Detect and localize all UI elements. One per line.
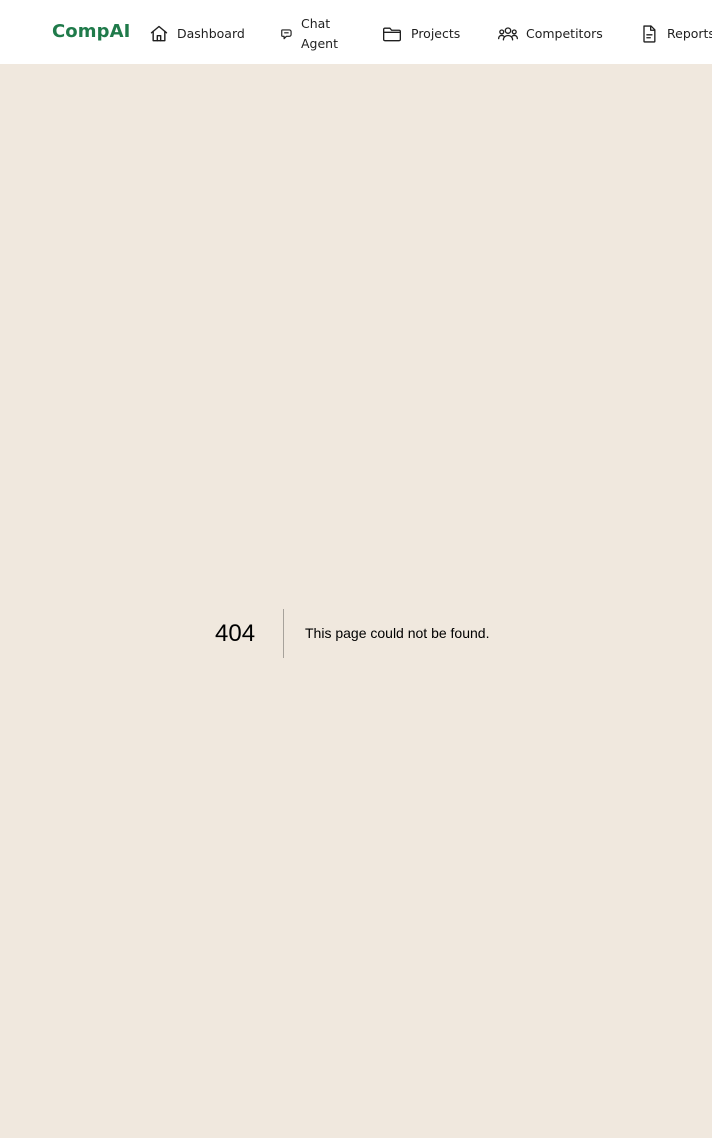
nav-item-reports[interactable]: Reports: [639, 24, 712, 44]
nav-item-label: Chat Agent: [301, 16, 338, 51]
nav-item-label: Dashboard: [177, 26, 245, 41]
chat-icon: [280, 27, 294, 41]
document-icon: [639, 24, 659, 44]
folder-icon: [381, 24, 403, 44]
not-found-message: 404 This page could not be found.: [215, 609, 489, 658]
divider: [283, 609, 284, 658]
error-message: This page could not be found.: [305, 625, 490, 641]
nav-item-dashboard[interactable]: Dashboard: [149, 24, 245, 44]
nav-item-competitors[interactable]: Competitors: [497, 24, 603, 44]
nav-item-label: Projects: [411, 26, 461, 41]
users-icon: [497, 24, 519, 44]
nav-item-label: Competitors: [526, 26, 603, 41]
nav-item-chat-agent[interactable]: Chat Agent: [280, 14, 341, 54]
home-icon: [149, 24, 169, 44]
nav-item-projects[interactable]: Projects: [381, 24, 460, 44]
brand-logo[interactable]: CompAI: [52, 20, 130, 44]
error-code: 404: [215, 620, 256, 647]
top-navigation-bar: CompAI Dashboard Chat Agent Projects Com…: [0, 0, 712, 64]
nav-item-label: Reports: [667, 26, 712, 41]
